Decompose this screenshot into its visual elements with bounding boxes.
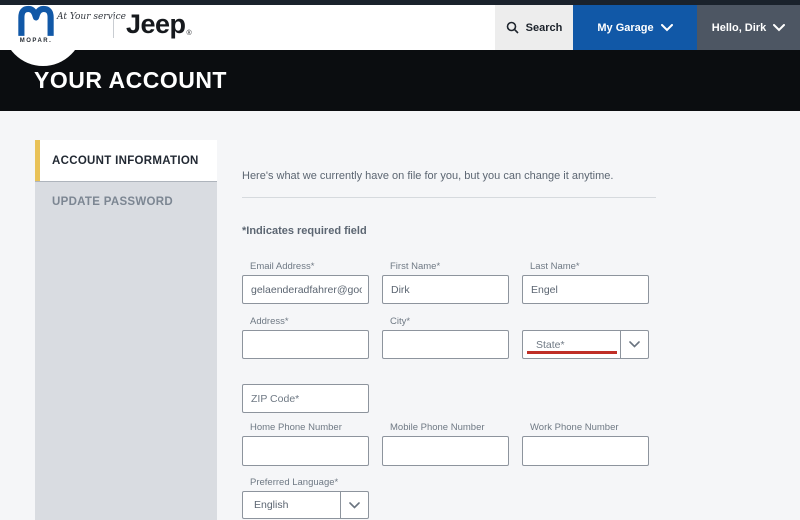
account-information-panel: Here's what we currently have on file fo…	[242, 112, 658, 520]
my-garage-label: My Garage	[597, 22, 653, 34]
first-name-label: First Name*	[382, 261, 509, 275]
work-phone-field-group: Work Phone Number	[522, 422, 649, 466]
mopar-tagline: At Your service	[57, 12, 126, 22]
city-label: City*	[382, 316, 509, 330]
registered-mark: ®	[187, 30, 192, 37]
last-name-field[interactable]	[522, 275, 649, 304]
address-label: Address*	[242, 316, 369, 330]
city-field[interactable]	[382, 330, 509, 359]
address-field-group: Address*	[242, 316, 369, 359]
greeting-label: Hello, Dirk	[712, 22, 766, 34]
mobile-phone-field-group: Mobile Phone Number	[382, 422, 509, 466]
jeep-logo[interactable]: Jeep®	[126, 9, 191, 40]
intro-text: Here's what we currently have on file fo…	[242, 170, 613, 182]
form-row-2: Address* City* State*	[242, 316, 662, 359]
header-divider	[113, 12, 114, 38]
address-field[interactable]	[242, 330, 369, 359]
email-field[interactable]	[242, 275, 369, 304]
required-field-note: *Indicates required field	[242, 225, 367, 237]
preferred-language-value: English	[243, 499, 288, 511]
preferred-language-select[interactable]: English	[242, 491, 369, 519]
preferred-language-label: Preferred Language*	[242, 477, 369, 491]
form-row-5: Preferred Language* English	[242, 477, 382, 519]
home-phone-field-group: Home Phone Number	[242, 422, 369, 466]
page-banner: YOUR ACCOUNT	[0, 50, 800, 111]
preferred-language-field-group: Preferred Language* English	[242, 477, 369, 519]
work-phone-field[interactable]	[522, 436, 649, 466]
account-sidebar: ACCOUNT INFORMATION UPDATE PASSWORD	[35, 140, 217, 520]
mopar-logo-icon[interactable]	[16, 5, 56, 36]
zip-code-field[interactable]	[242, 384, 369, 413]
state-field-group: State*	[522, 316, 649, 359]
sidebar-item-label: UPDATE PASSWORD	[52, 196, 173, 208]
last-name-label: Last Name*	[522, 261, 649, 275]
email-label: Email Address*	[242, 261, 369, 275]
search-label: Search	[526, 22, 563, 34]
mobile-phone-field[interactable]	[382, 436, 509, 466]
form-row-1: Email Address* First Name* Last Name*	[242, 261, 662, 304]
preferred-language-arrow-zone[interactable]	[340, 492, 368, 518]
sidebar-item-label: ACCOUNT INFORMATION	[52, 155, 199, 167]
sidebar-panel: UPDATE PASSWORD	[35, 181, 217, 520]
first-name-field-group: First Name*	[382, 261, 509, 304]
first-name-field[interactable]	[382, 275, 509, 304]
brand-area: MOPAR. At Your service Jeep®	[0, 0, 480, 50]
chevron-down-icon	[773, 24, 785, 32]
window-top-strip	[0, 0, 800, 5]
home-phone-label: Home Phone Number	[242, 422, 369, 436]
city-field-group: City*	[382, 316, 509, 359]
section-divider	[242, 197, 656, 198]
last-name-field-group: Last Name*	[522, 261, 649, 304]
mopar-wordmark: MOPAR.	[10, 38, 62, 44]
state-placeholder: State*	[523, 339, 565, 351]
work-phone-label: Work Phone Number	[522, 422, 649, 436]
form-row-3	[242, 384, 382, 413]
form-row-4: Home Phone Number Mobile Phone Number Wo…	[242, 422, 662, 466]
top-navigation-bar: MOPAR. At Your service Jeep® Search My G…	[0, 0, 800, 50]
chevron-down-icon	[349, 502, 360, 509]
state-select[interactable]: State*	[522, 330, 649, 359]
state-select-arrow-zone[interactable]	[620, 331, 648, 358]
my-garage-menu[interactable]: My Garage	[573, 5, 697, 50]
chevron-down-icon	[661, 24, 673, 32]
email-field-group: Email Address*	[242, 261, 369, 304]
home-phone-field[interactable]	[242, 436, 369, 466]
state-label-spacer	[522, 316, 649, 330]
search-icon	[506, 21, 519, 34]
account-greeting-menu[interactable]: Hello, Dirk	[697, 5, 800, 50]
chevron-down-icon	[629, 341, 640, 348]
sidebar-item-update-password[interactable]: UPDATE PASSWORD	[35, 182, 217, 221]
mobile-phone-label: Mobile Phone Number	[382, 422, 509, 436]
state-error-underline	[527, 351, 617, 354]
search-button[interactable]: Search	[495, 5, 573, 50]
zip-field-group	[242, 384, 369, 413]
sidebar-item-account-information[interactable]: ACCOUNT INFORMATION	[35, 140, 217, 181]
